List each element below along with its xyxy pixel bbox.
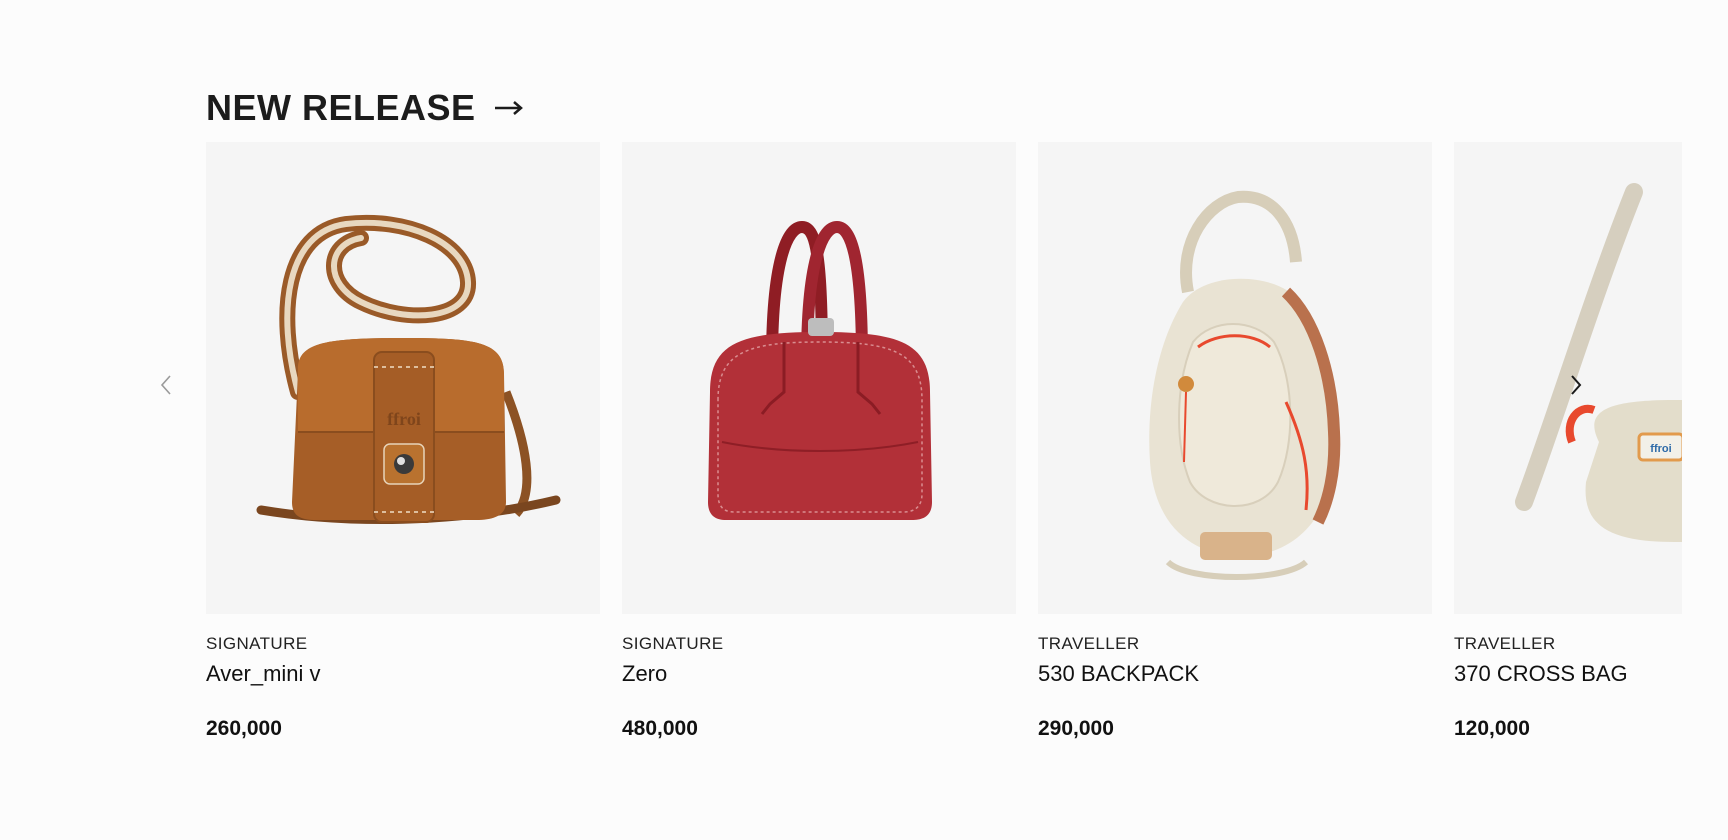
section-title: NEW RELEASE [206,87,476,128]
product-category: SIGNATURE [622,634,724,653]
arrow-right-icon [494,101,523,115]
product-price: 260,000 [206,717,282,740]
product-carousel[interactable]: ffroi SIGNATURE Aver_mini v 260,000 SIGN… [206,142,1682,762]
chevron-right-icon [1571,375,1582,395]
carousel-prev-button[interactable] [151,370,181,400]
product-price: 120,000 [1454,717,1530,740]
beige-nylon-backpack-image [1149,190,1341,580]
product-price: 290,000 [1038,717,1114,740]
red-leather-bowling-bag-image [708,220,932,520]
product-image-red-leather-bowling-bag[interactable] [622,142,1016,614]
product-card[interactable]: ffroi TRAVELLER 370 CROSS BAG 120,000 [1454,142,1682,742]
new-release-section: NEW RELEASE ffroi SIGNATURE Aver_mini v … [0,0,1728,840]
product-image-brown-leather-crossbody-bag[interactable]: ffroi [206,142,600,614]
product-name[interactable]: Aver_mini v [206,660,600,688]
product-category: TRAVELLER [1454,634,1556,653]
product-image-beige-nylon-backpack[interactable] [1038,142,1432,614]
chevron-left-icon [160,375,171,395]
product-card[interactable]: TRAVELLER 530 BACKPACK 290,000 [1038,142,1432,742]
product-category: TRAVELLER [1038,634,1140,653]
product-name[interactable]: 370 CROSS BAG [1454,660,1682,688]
product-card[interactable]: SIGNATURE Zero 480,000 [622,142,1016,742]
carousel-next-button[interactable] [1561,370,1591,400]
product-name[interactable]: 530 BACKPACK [1038,660,1432,688]
brown-leather-crossbody-bag-image: ffroi [256,214,561,524]
section-heading-link[interactable]: NEW RELEASE [206,86,524,130]
svg-text:ffroi: ffroi [1650,443,1671,455]
svg-text:ffroi: ffroi [387,409,421,429]
product-card[interactable]: ffroi SIGNATURE Aver_mini v 260,000 [206,142,600,742]
product-category: SIGNATURE [206,634,308,653]
product-price: 480,000 [622,717,698,740]
product-name[interactable]: Zero [622,660,1016,688]
